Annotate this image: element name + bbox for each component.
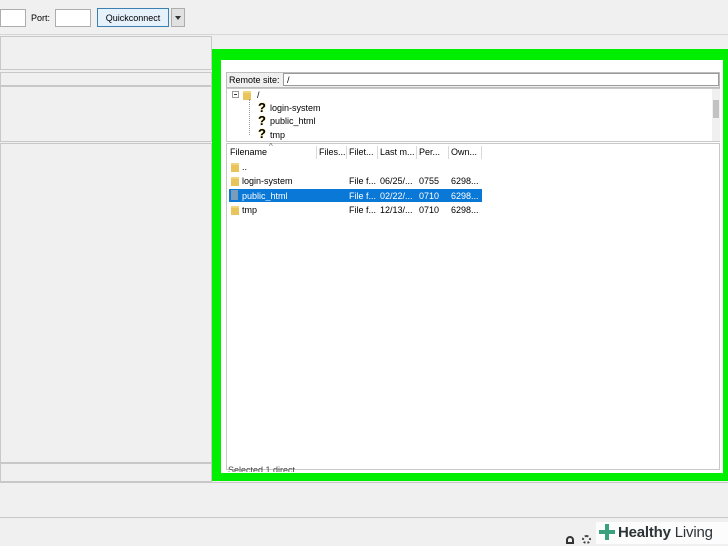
watermark-text: Healthy Living [618,524,713,541]
file-row-name[interactable]: public_html [242,191,288,201]
remote-directory-tree[interactable] [226,88,720,142]
folder-icon [231,163,239,172]
tree-item-login-system[interactable]: login-system [270,103,321,113]
sort-ascending-icon: ^ [269,142,273,151]
tree-item-tmp[interactable]: tmp [270,130,285,140]
folder-icon [231,206,239,215]
local-site-bar[interactable] [0,72,212,86]
question-mark-folder-icon: ? [258,126,266,141]
tree-scrollbar-thumb[interactable] [713,100,719,118]
toolbar: Port: Quickconnect [0,0,728,35]
port-field[interactable] [55,9,91,27]
file-row-owner: 6298... [451,191,479,201]
column-header-permissions[interactable]: Per... [419,147,440,157]
watermark-brand-main: Healthy [618,524,671,541]
column-header-filesize[interactable]: Files... [319,147,346,157]
column-separator [481,146,482,159]
lock-icon [566,536,574,544]
file-row-type: File f... [349,176,377,186]
column-separator [316,146,317,159]
column-separator [448,146,449,159]
file-row-modified: 02/22/... [380,191,413,201]
file-row-permissions: 0710 [419,205,440,215]
password-field[interactable] [0,9,26,27]
remote-site-label: Remote site: [229,75,280,85]
column-header-filetype[interactable]: Filet... [349,147,374,157]
file-row-owner: 6298... [451,205,479,215]
local-tree-panel[interactable] [0,86,212,142]
column-separator [416,146,417,159]
file-row-permissions: 0755 [419,176,440,186]
folder-icon [231,177,239,186]
column-separator [377,146,378,159]
watermark-brand-second: Living [674,524,713,541]
remote-site-path-input[interactable]: / [283,73,719,86]
collapse-icon[interactable] [232,91,239,98]
column-header-filename[interactable]: Filename [230,147,267,157]
quickconnect-dropdown-button[interactable] [171,8,185,27]
file-row-name[interactable]: tmp [242,205,257,215]
column-header-last-modified[interactable]: Last m... [380,147,415,157]
file-row-modified: 12/13/... [380,205,413,215]
file-row-parent-name[interactable]: .. [242,162,247,172]
column-separator [346,146,347,159]
gear-icon [582,535,591,544]
file-row-permissions: 0710 [419,191,440,201]
tree-item-public-html[interactable]: public_html [270,116,316,126]
file-row-modified: 06/25/... [380,176,413,186]
file-row-type: File f... [349,191,377,201]
local-file-list[interactable] [0,143,212,463]
quickconnect-button[interactable]: Quickconnect [97,8,169,27]
tree-root-label[interactable]: / [257,90,260,100]
local-site-header-panel [0,36,212,70]
transfer-queue-panel [0,482,728,518]
file-row-owner: 6298... [451,176,479,186]
remote-status-text: Selected 1 direct [228,466,296,472]
column-header-owner[interactable]: Own... [451,147,477,157]
port-label: Port: [31,13,51,23]
file-row-type: File f... [349,205,377,215]
server-folder-icon [231,190,238,200]
tree-connector [249,99,251,135]
plus-cross-icon [599,524,615,540]
file-row-name[interactable]: login-system [242,176,293,186]
local-status-panel [0,463,212,482]
